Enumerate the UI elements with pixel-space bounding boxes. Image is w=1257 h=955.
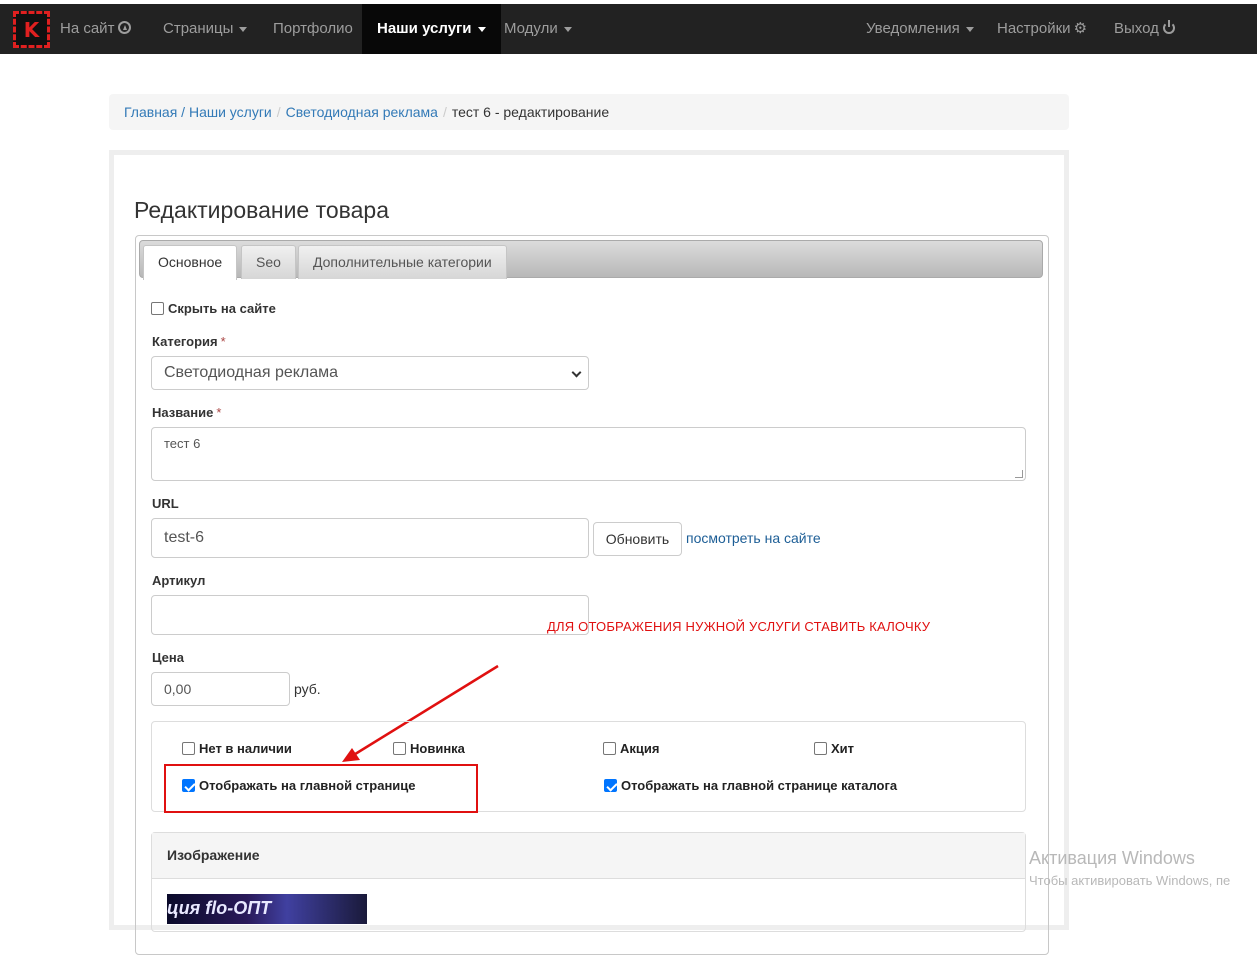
windows-activation-watermark: Активация Windows Чтобы активировать Win… xyxy=(1029,848,1230,888)
option-hit[interactable]: Хит xyxy=(814,741,854,756)
refresh-url-button[interactable]: Обновить xyxy=(593,522,682,556)
breadcrumb-home[interactable]: Главная xyxy=(124,104,177,120)
name-value: тест 6 xyxy=(164,436,201,451)
price-input[interactable]: 0,00 xyxy=(151,672,290,706)
breadcrumb-category[interactable]: Светодиодная реклама xyxy=(286,104,438,120)
caret-down-icon xyxy=(477,26,486,32)
nav-notifications-label: Уведомления xyxy=(866,20,960,37)
nav-services[interactable]: Наши услуги xyxy=(362,4,501,54)
category-value: Светодиодная реклама xyxy=(164,364,339,381)
nav-pages[interactable]: Страницы xyxy=(163,4,248,54)
hide-on-site-label: Скрыть на сайте xyxy=(168,301,276,316)
nav-notifications[interactable]: Уведомления xyxy=(866,4,974,54)
power-icon xyxy=(1162,20,1175,34)
nav-pages-label: Страницы xyxy=(163,20,234,37)
checkbox[interactable] xyxy=(182,742,195,755)
article-label: Артикул xyxy=(152,573,206,588)
required-mark: * xyxy=(220,334,226,349)
checkbox[interactable] xyxy=(393,742,406,755)
nav-portfolio-label: Портфолио xyxy=(273,20,353,37)
url-label: URL xyxy=(152,496,179,511)
breadcrumb-current: тест 6 - редактирование xyxy=(451,104,610,120)
option-sale[interactable]: Акция xyxy=(603,741,659,756)
nav-site-link[interactable]: На сайт xyxy=(60,4,132,54)
nav-portfolio[interactable]: Портфолио xyxy=(273,4,353,54)
breadcrumb-services[interactable]: Наши услуги xyxy=(189,104,272,120)
annotation-note: ДЛЯ ОТОБРАЖЕНИЯ НУЖНОЙ УСЛУГИ СТАВИТЬ КА… xyxy=(547,619,931,634)
chevron-down-icon xyxy=(571,367,582,378)
required-mark: * xyxy=(216,405,222,420)
annotation-highlight-box xyxy=(164,764,478,813)
logo[interactable]: K xyxy=(13,11,50,48)
nav-services-label: Наши услуги xyxy=(377,20,472,37)
currency-label: руб. xyxy=(294,681,321,697)
nav-settings[interactable]: Настройки ⚙ xyxy=(997,4,1087,54)
image-panel-title: Изображение xyxy=(152,833,1025,879)
nav-modules-label: Модули xyxy=(504,20,558,37)
price-label: Цена xyxy=(152,650,184,665)
checkbox[interactable] xyxy=(603,742,616,755)
price-value: 0,00 xyxy=(164,681,192,697)
name-label-text: Название xyxy=(152,405,214,420)
view-on-site-link[interactable]: посмотреть на сайте xyxy=(686,530,821,546)
caret-down-icon xyxy=(563,26,572,32)
breadcrumb-separator: / xyxy=(442,104,447,120)
url-input[interactable]: test-6 xyxy=(151,518,589,558)
gear-icon: ⚙ xyxy=(1073,20,1088,37)
option-label: Хит xyxy=(831,741,855,756)
caret-down-icon xyxy=(965,26,974,32)
nav-modules[interactable]: Модули xyxy=(504,4,572,54)
page-title: Редактирование товара xyxy=(134,197,389,223)
tabs-bar: Основное Seo Дополнительные категории xyxy=(139,240,1043,280)
checkbox[interactable] xyxy=(814,742,827,755)
watermark-title: Активация Windows xyxy=(1029,848,1195,868)
nav-logout-label: Выход xyxy=(1114,20,1159,37)
logo-letter: K xyxy=(23,17,40,42)
name-label: Название * xyxy=(152,405,221,420)
image-panel: Изображение ция flo-ОПТ xyxy=(151,832,1026,932)
category-label: Категория * xyxy=(152,334,226,349)
option-label: Акция xyxy=(620,741,660,756)
top-navbar: K На сайт Страницы Портфолио Наши услуги… xyxy=(0,0,1257,54)
tab-extra-categories[interactable]: Дополнительные категории xyxy=(298,245,507,279)
option-out-of-stock[interactable]: Нет в наличии xyxy=(182,741,292,756)
option-show-on-catalog-home[interactable]: Отображать на главной странице каталога xyxy=(604,778,897,793)
option-label: Отображать на главной странице каталога xyxy=(621,778,898,793)
arrow-up-circle-icon xyxy=(118,21,132,34)
thumbnail-text: ция flo-ОПТ xyxy=(167,898,272,918)
checkbox-checked[interactable] xyxy=(604,779,617,792)
category-select[interactable]: Светодиодная реклама xyxy=(151,356,589,390)
nav-settings-label: Настройки xyxy=(997,20,1071,37)
breadcrumb: Главная / Наши услуги / Светодиодная рекла… xyxy=(109,94,1069,130)
image-thumbnail[interactable]: ция flo-ОПТ xyxy=(167,894,367,924)
option-new[interactable]: Новинка xyxy=(393,741,465,756)
watermark-subtitle: Чтобы активировать Windows, пе xyxy=(1029,873,1231,888)
resize-handle[interactable] xyxy=(1015,470,1023,478)
option-label: Новинка xyxy=(410,741,465,756)
category-label-text: Категория xyxy=(152,334,218,349)
tab-seo[interactable]: Seo xyxy=(241,245,296,279)
tab-main[interactable]: Основное xyxy=(143,245,238,280)
hide-on-site-box[interactable] xyxy=(151,302,164,315)
url-value: test-6 xyxy=(164,529,205,546)
breadcrumb-separator: / xyxy=(276,104,281,120)
nav-site-label: На сайт xyxy=(60,20,115,37)
caret-down-icon xyxy=(239,26,248,32)
option-label: Нет в наличии xyxy=(199,741,292,756)
nav-logout[interactable]: Выход xyxy=(1114,4,1175,54)
hide-on-site-checkbox[interactable]: Скрыть на сайте xyxy=(151,301,276,316)
name-textarea[interactable]: тест 6 xyxy=(151,427,1026,481)
article-input[interactable] xyxy=(151,595,589,635)
